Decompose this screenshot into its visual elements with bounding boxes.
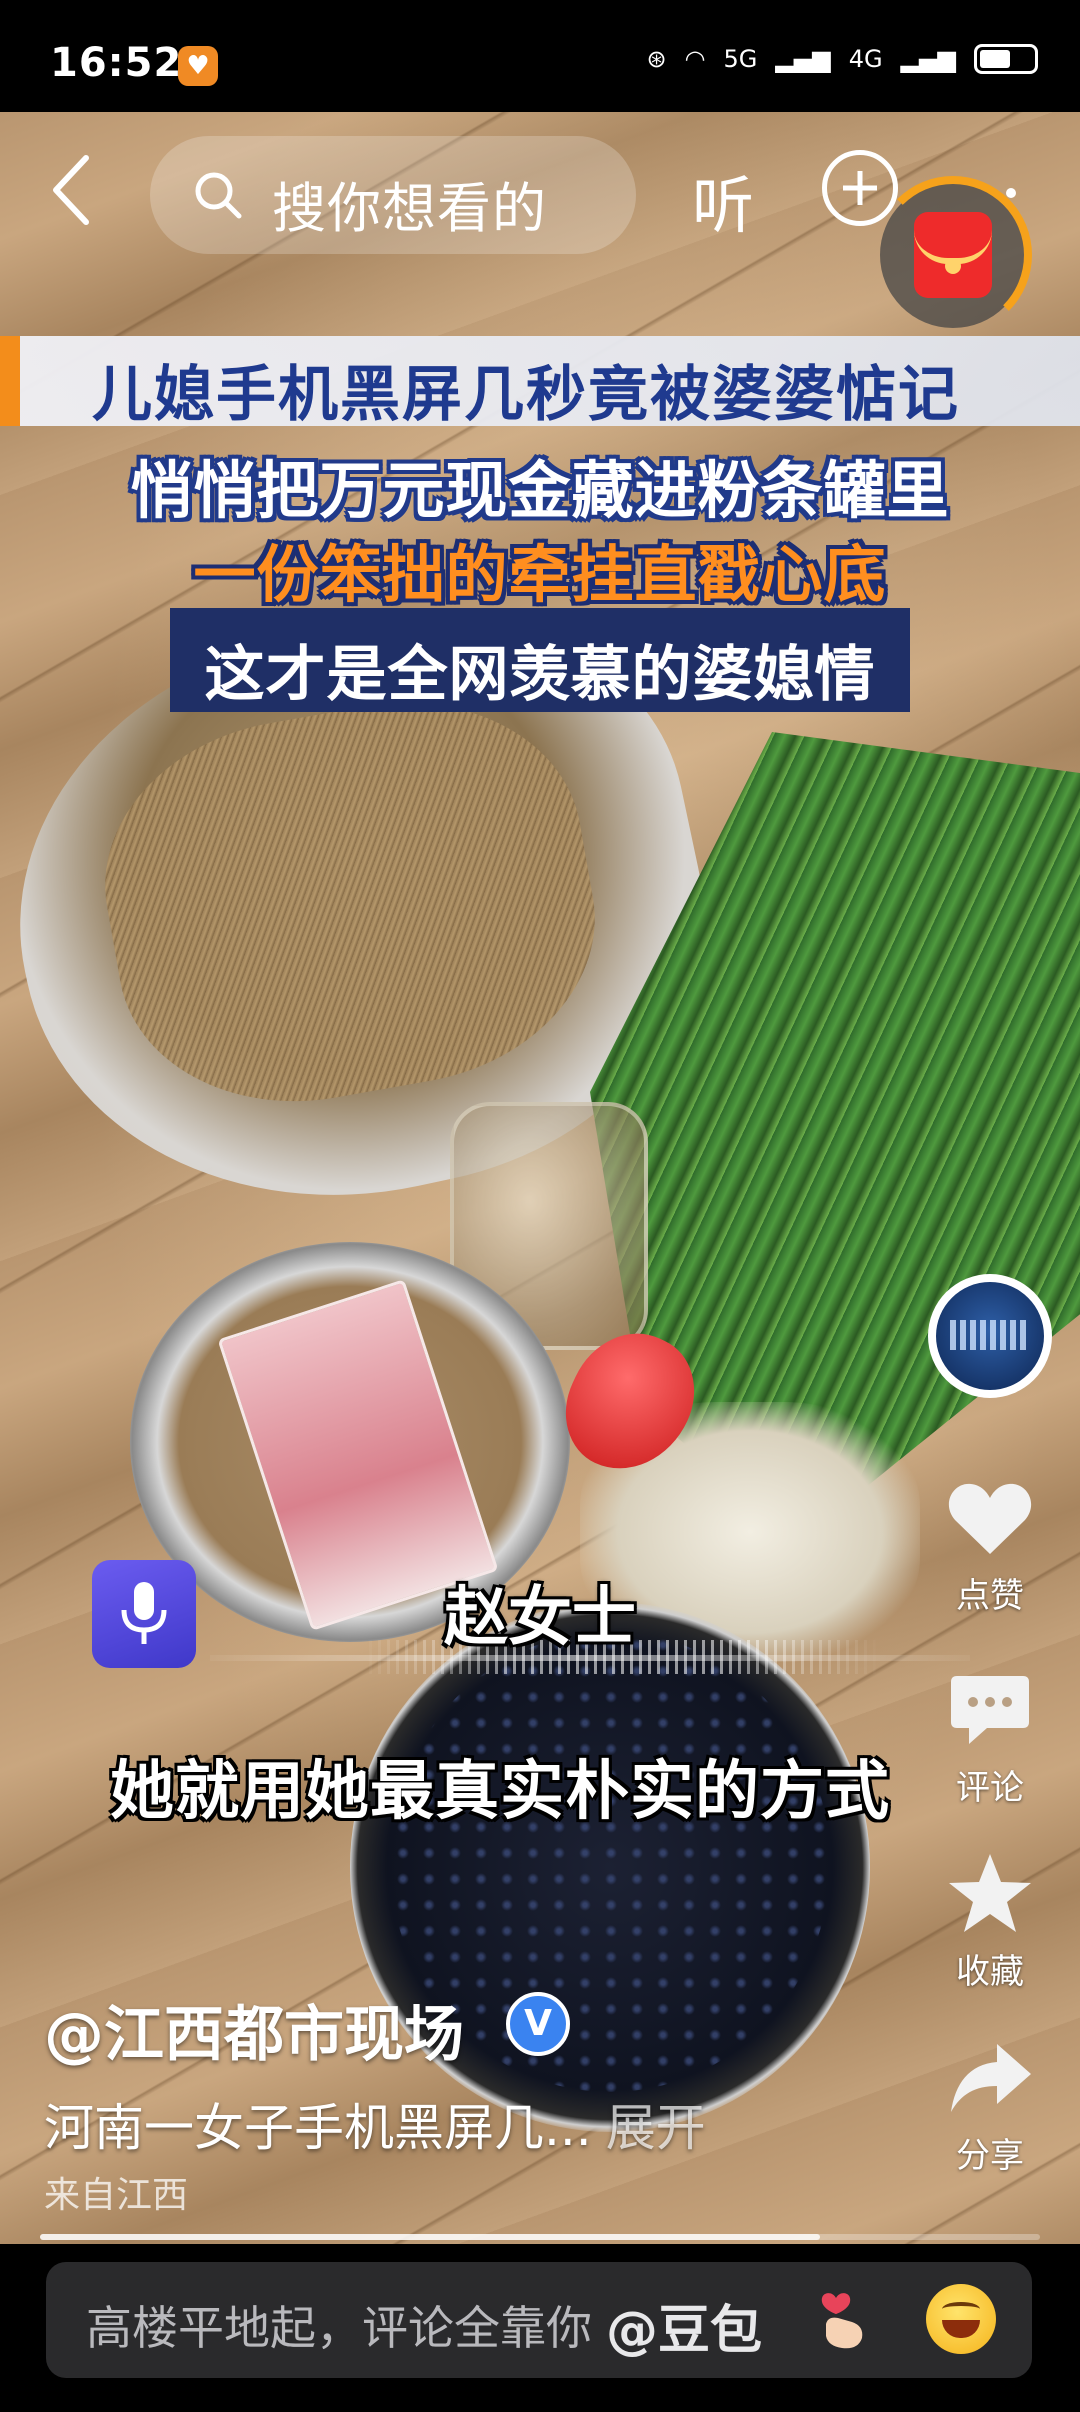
comment-label: 评论 xyxy=(956,1768,1024,1808)
signal-icon-2: ▂▄▆ xyxy=(900,45,956,73)
signal-icon: ▂▄▆ xyxy=(775,45,831,73)
verified-badge-icon: V xyxy=(506,1992,570,2056)
finger-heart-emoji-icon[interactable] xyxy=(806,2284,876,2354)
video-progress-bar[interactable] xyxy=(40,2234,1040,2240)
star-icon xyxy=(949,1854,1031,1932)
wifi-icon: ◠ xyxy=(684,45,706,73)
video-title-banner: 儿媳手机黑屏几秒竟被婆婆惦记 xyxy=(0,336,1080,430)
author-name[interactable]: @江西都市现场 xyxy=(44,1986,464,2073)
comment-input[interactable]: 高楼平地起，评论全靠你 @豆包 xyxy=(46,2262,1032,2378)
signal-5g-label: 5G xyxy=(723,45,758,73)
signal-4g-label: 4G xyxy=(848,45,883,73)
progress-fill xyxy=(40,2234,820,2240)
caption-line-2: 一份笨拙的牵挂直戳心底 xyxy=(193,538,887,611)
like-label: 点赞 xyxy=(956,1576,1024,1616)
chevron-left-icon xyxy=(53,155,89,225)
author-avatar[interactable] xyxy=(928,1274,1052,1398)
battery-icon xyxy=(974,44,1038,74)
status-bar: 16:52 ♥ ⊛ ◠ 5G ▂▄▆ 4G ▂▄▆ xyxy=(0,0,1080,112)
red-packet-button[interactable] xyxy=(874,176,1032,334)
favorite-button[interactable]: 收藏 xyxy=(930,1852,1050,1993)
screen: 16:52 ♥ ⊛ ◠ 5G ▂▄▆ 4G ▂▄▆ 搜你想看的 听 儿媳手机黑屏… xyxy=(0,0,1080,2412)
favorite-label: 收藏 xyxy=(956,1952,1024,1992)
share-arrow-icon xyxy=(951,2044,1031,2112)
more-dot-icon[interactable] xyxy=(1006,188,1016,198)
back-button[interactable] xyxy=(44,150,104,230)
comment-icon xyxy=(951,1676,1029,1744)
speaker-name: 赵女士 xyxy=(444,1581,636,1655)
share-label: 分享 xyxy=(956,2136,1024,2176)
caption-line-1: 悄悄把万元现金藏进粉条罐里 xyxy=(130,454,950,527)
laughing-emoji-icon[interactable] xyxy=(926,2284,996,2354)
video-subtitle: 她就用她最真实朴实的方式 xyxy=(110,1755,890,1829)
red-packet-icon xyxy=(914,212,992,298)
title-accent-bar xyxy=(0,336,20,426)
heart-icon xyxy=(948,1483,1032,1554)
post-description[interactable]: 河南一女子手机黑屏几... 展开 xyxy=(44,2088,706,2160)
comment-placeholder: 高楼平地起，评论全靠你 xyxy=(86,2301,592,2355)
expand-link[interactable]: 展开 xyxy=(606,2099,706,2157)
nfc-icon: ⊛ xyxy=(646,45,667,73)
post-location: 来自江西 xyxy=(44,2175,189,2216)
video-title-text: 儿媳手机黑屏几秒竟被婆婆惦记 xyxy=(92,360,960,430)
like-button[interactable]: 点赞 xyxy=(930,1480,1050,1617)
caption-line-3: 这才是全网羡慕的婆媳情 xyxy=(204,640,876,710)
comment-button[interactable]: 评论 xyxy=(930,1672,1050,1809)
share-button[interactable]: 分享 xyxy=(930,2040,1050,2177)
status-time: 16:52 xyxy=(50,40,183,86)
status-icons: ⊛ ◠ 5G ▂▄▆ 4G ▂▄▆ xyxy=(646,44,1038,74)
search-placeholder: 搜你想看的 xyxy=(272,177,547,240)
caption-line-3-box: 这才是全网羡慕的婆媳情 xyxy=(170,608,910,712)
description-text: 河南一女子手机黑屏几... xyxy=(44,2099,592,2157)
search-input[interactable]: 搜你想看的 xyxy=(150,136,636,254)
listen-button[interactable]: 听 xyxy=(692,155,754,245)
mention-doubao-button[interactable]: @豆包 xyxy=(606,2288,762,2363)
notification-heart-icon: ♥ xyxy=(178,46,218,86)
search-icon xyxy=(195,172,242,219)
